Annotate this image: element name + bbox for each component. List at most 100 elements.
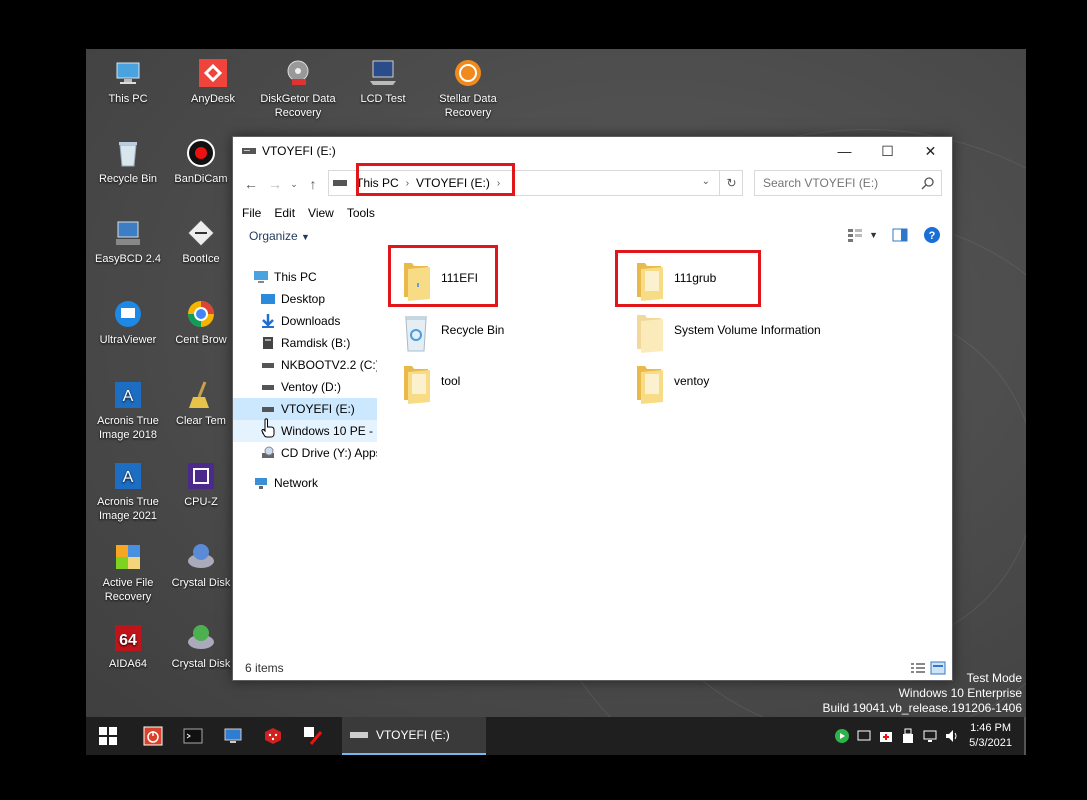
nav-vtoyefi[interactable]: VTOYEFI (E:) (233, 398, 377, 420)
desktop-icon-label: Crystal Disk (171, 577, 231, 589)
title-bar[interactable]: VTOYEFI (E:) — ☐ ✕ (233, 137, 952, 165)
taskbar-window-title: VTOYEFI (E:) (376, 728, 450, 742)
nav-downloads[interactable]: Downloads (260, 310, 340, 332)
ultraviewer-icon (112, 298, 144, 330)
desktop-icon-aida64[interactable]: 64 AIDA64 (86, 622, 170, 671)
nav-label: Downloads (281, 314, 341, 328)
minimize-button[interactable]: — (823, 137, 866, 165)
desktop-icon-acronis-2018[interactable]: A Acronis True Image 2018 (86, 379, 170, 442)
close-button[interactable]: ✕ (909, 137, 952, 165)
nav-label: This PC (274, 270, 317, 284)
folder-tool[interactable]: tool (398, 360, 460, 412)
drive-icon (260, 379, 276, 395)
taskbar-power-button[interactable] (136, 717, 170, 755)
desktop-icon-anydesk[interactable]: AnyDesk (171, 57, 255, 106)
tray-monitor-icon[interactable] (853, 725, 875, 747)
desktop-icon-cent-browser[interactable]: Cent Brow (171, 298, 231, 347)
nav-label: Ventoy (D:) (281, 380, 342, 394)
desktop-icon-cpuz[interactable]: CPU-Z (171, 460, 231, 509)
window-title: VTOYEFI (E:) (262, 144, 336, 158)
taskbar-tools-button[interactable] (296, 717, 330, 755)
svg-text:64: 64 (119, 632, 137, 649)
desktop-icon-clear-temp[interactable]: Clear Tem (171, 379, 231, 428)
large-icons-view-icon[interactable] (930, 661, 946, 675)
address-row: ← → ⌄ ↑ This PC › VTOYEFI (E:) › ⌄ ↻ (233, 165, 952, 203)
nav-ramdisk[interactable]: Ramdisk (B:) (260, 332, 350, 354)
search-box[interactable] (754, 170, 942, 196)
nav-windows-10-pe[interactable]: Windows 10 PE - NK (233, 420, 377, 442)
folder-icon (637, 315, 663, 353)
desktop-icon-label: Stellar Data Recovery (439, 93, 497, 119)
acronis-icon: A (112, 460, 144, 492)
desktop-icon-bootice[interactable]: BootIce (171, 217, 231, 266)
tray-network-icon[interactable] (919, 725, 941, 747)
desktop-icon-ultraviewer[interactable]: UltraViewer (86, 298, 170, 347)
desktop-icon-label: LCD Test (360, 93, 406, 105)
tray-usb-icon[interactable] (897, 725, 919, 747)
desktop-icon-label: BanDiCam (174, 173, 228, 185)
taskbar-explorer-window[interactable]: VTOYEFI (E:) (342, 717, 486, 755)
highlight-address-bar (356, 163, 515, 196)
desktop-icon-label: Clear Tem (176, 415, 226, 427)
menu-file[interactable]: File (242, 206, 261, 220)
taskbar-cmd-button[interactable] (176, 717, 210, 755)
tray-first-aid-icon[interactable] (875, 725, 897, 747)
menu-view[interactable]: View (308, 206, 334, 220)
file-explorer-window: VTOYEFI (E:) — ☐ ✕ ← → ⌄ ↑ This PC › VTO… (232, 136, 953, 681)
desktop-icon-lcd-test[interactable]: LCD Test (341, 57, 425, 106)
lcd-test-icon (367, 57, 399, 89)
back-button[interactable]: ← (239, 172, 263, 196)
network-monitor-icon (224, 728, 242, 743)
desktop-icon-this-pc[interactable]: This PC (86, 57, 170, 106)
desktop-icon-diskgetor[interactable]: DiskGetor Data Recovery (256, 57, 340, 120)
menu-tools[interactable]: Tools (347, 206, 375, 220)
address-dropdown-icon[interactable]: ⌄ (702, 176, 710, 187)
folder-system-volume-information[interactable]: System Volume Information (631, 309, 821, 361)
desktop-icon-label: CPU-Z (184, 496, 218, 508)
taskbar-network-tool-button[interactable] (216, 717, 250, 755)
nav-nkboot[interactable]: NKBOOTV2.2 (C:) (260, 354, 377, 376)
refresh-button[interactable]: ↻ (719, 170, 743, 196)
nav-network[interactable]: Network (253, 472, 318, 494)
tray-volume-icon[interactable] (941, 725, 963, 747)
desktop-icon-crystal-disk[interactable]: Crystal Disk (171, 541, 231, 590)
organize-label: Organize (249, 229, 298, 243)
details-view-icon[interactable] (910, 661, 926, 675)
folder-ventoy[interactable]: ventoy (631, 360, 709, 412)
tray-play-icon[interactable] (831, 725, 853, 747)
menu-edit[interactable]: Edit (274, 206, 295, 220)
desktop-icon-label: Crystal Disk (171, 658, 231, 670)
nav-cd-drive[interactable]: CD Drive (Y:) Apps (260, 442, 377, 464)
recycle-bin-item[interactable]: Recycle Bin (398, 309, 504, 361)
desktop-icon-recycle-bin[interactable]: Recycle Bin (86, 137, 170, 186)
watermark-line: Windows 10 Enterprise (898, 686, 1022, 700)
organize-button[interactable]: Organize ▼ (249, 229, 310, 243)
search-input[interactable] (763, 176, 923, 190)
desktop-icon-crystal-disk-info[interactable]: Crystal Disk (171, 622, 231, 671)
start-button[interactable] (86, 717, 130, 755)
taskbar-dice-app-button[interactable] (256, 717, 290, 755)
svg-text:A: A (123, 388, 134, 405)
system-tray: 1:46 PM 5/3/2021 (831, 717, 1026, 755)
show-desktop-button[interactable] (1024, 717, 1026, 755)
anydesk-icon (197, 57, 229, 89)
back-arrow-icon: ← (244, 176, 258, 192)
desktop-icon-acronis-2021[interactable]: A Acronis True Image 2021 (86, 460, 170, 523)
nav-desktop[interactable]: Desktop (260, 288, 325, 310)
desktop-icon-easybcd[interactable]: EasyBCD 2.4 (86, 217, 170, 266)
command-prompt-icon (183, 728, 203, 744)
recent-locations-button[interactable]: ⌄ (287, 172, 301, 196)
desktop-icon-active-file-recovery[interactable]: Active File Recovery (86, 541, 170, 604)
broom-icon (185, 379, 217, 411)
maximize-button[interactable]: ☐ (866, 137, 909, 165)
desktop-icon-bandicam[interactable]: BanDiCam (171, 137, 231, 186)
up-button[interactable]: ↑ (301, 172, 325, 196)
taskbar-clock[interactable]: 1:46 PM 5/3/2021 (969, 721, 1012, 751)
watermark-line: Build 19041.vb_release.191206-1406 (822, 701, 1023, 715)
nav-this-pc[interactable]: This PC (253, 266, 317, 288)
nav-label: CD Drive (Y:) Apps (281, 446, 377, 460)
nav-ventoy[interactable]: Ventoy (D:) (260, 376, 341, 398)
desktop-icon-stellar[interactable]: Stellar Data Recovery (426, 57, 510, 120)
forward-button[interactable]: → (263, 172, 287, 196)
status-bar: 6 items (233, 656, 952, 680)
